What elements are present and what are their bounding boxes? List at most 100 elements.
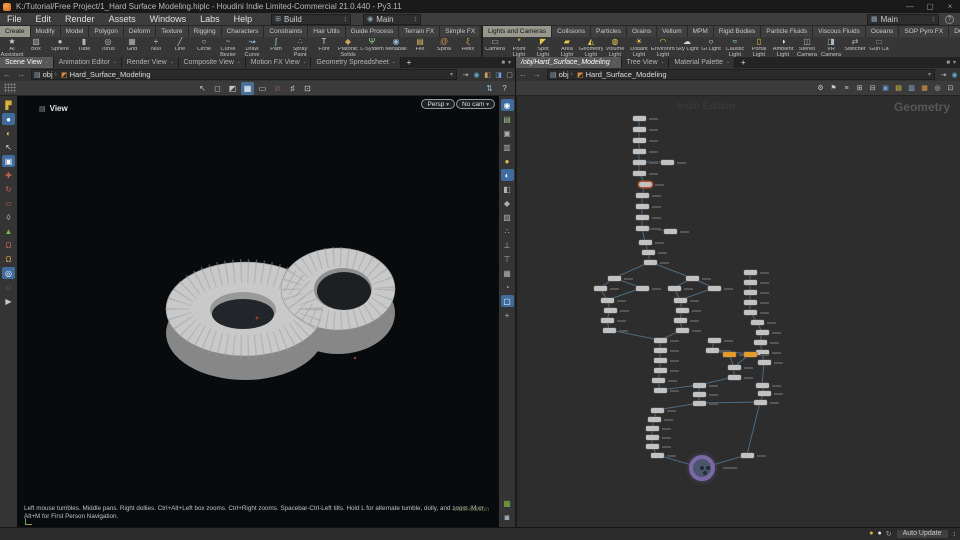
path-dropdown-icon[interactable]: ▾ (447, 71, 456, 78)
shelf-tool-camera[interactable]: ▭ Camera (483, 37, 507, 57)
forward-icon[interactable]: → (530, 70, 544, 79)
render-region-icon[interactable]: ⊡ (301, 82, 314, 95)
sync-icon[interactable]: ◉ (949, 69, 960, 80)
network-node[interactable] (728, 365, 753, 370)
network-node[interactable] (661, 160, 686, 165)
right-path-field[interactable]: ▤ obj ◩ Hard_Surface_Modeling ▾ (547, 69, 935, 80)
network-node[interactable] (639, 240, 664, 245)
chevron-down-icon[interactable]: ▾ (953, 59, 956, 66)
profile-icon[interactable]: ◔ (501, 281, 514, 293)
network-node[interactable] (652, 378, 677, 383)
inspect-ring-icon[interactable]: ◌ (2, 281, 15, 293)
shelf-tab-create[interactable]: Create (0, 26, 31, 37)
path-node[interactable]: Hard_Surface_Modeling (586, 70, 667, 79)
multi-snap-icon[interactable]: Ω (2, 253, 15, 265)
shelf-tab-particle-fluids[interactable]: Particle Fluids (761, 26, 814, 37)
network-node[interactable] (603, 328, 628, 333)
tab-options-icon[interactable]: ▪ (727, 60, 729, 66)
network-node[interactable] (723, 352, 748, 357)
pin-icon[interactable]: ⇥ (460, 69, 471, 80)
network-node[interactable] (676, 308, 701, 313)
shelf-tool-circle[interactable]: ○ Circle (192, 37, 216, 57)
maximize-icon[interactable]: ▢ (920, 0, 940, 13)
panel-yellow-icon[interactable]: ▤ (893, 83, 904, 94)
menu-file[interactable]: File (0, 14, 29, 24)
shelf-tool-gun-ca[interactable]: ▭ Gun Ca (867, 37, 891, 57)
network-node[interactable] (651, 408, 676, 413)
shelf-tab-simple-fx[interactable]: Simple FX (440, 26, 479, 37)
viewport-3d[interactable]: ▤ View Persp ▾ No cam ▾ Left mouse tumbl… (17, 96, 499, 527)
network-node[interactable] (758, 360, 783, 365)
shelf-tool-gi-light[interactable]: ○ GI Light (699, 37, 723, 57)
tab-options-icon[interactable]: ▪ (393, 60, 395, 66)
network-node[interactable] (636, 193, 661, 198)
maximize-pane-icon[interactable]: ▢ (504, 69, 515, 80)
network-output-node[interactable] (689, 455, 737, 481)
rotate-handle-icon[interactable]: ↻ (2, 183, 15, 195)
network-node[interactable] (668, 286, 693, 291)
point-normals-icon[interactable]: ⊥ (501, 239, 514, 251)
pane-tab-scene-view[interactable]: Scene View ▪ (0, 57, 54, 68)
shelf-tool-draw-curve[interactable]: ↝ Draw Curve (240, 37, 264, 57)
pane-tab-composite-view[interactable]: Composite View ▪ (178, 57, 246, 68)
shelf-tool-ambient-light[interactable]: ◑ Ambient Light (771, 37, 795, 57)
shelf-tab-rigid-bodies[interactable]: Rigid Bodies (713, 26, 762, 37)
shelf-tab-particles[interactable]: Particles (591, 26, 627, 37)
shelf-tab-oceans[interactable]: Oceans (865, 26, 900, 37)
tab-options-icon[interactable]: ▪ (238, 60, 240, 66)
network-node[interactable] (693, 383, 718, 388)
network-node[interactable] (646, 426, 671, 431)
lock-display-icon[interactable]: ▣ (501, 127, 514, 139)
menu-edit[interactable]: Edit (29, 14, 59, 24)
shelf-tab-guide-process[interactable]: Guide Process (345, 26, 400, 37)
shelf-tab-dop-pyro-fx[interactable]: DOP Pyro FX (949, 26, 960, 37)
shelf-tab-characters[interactable]: Characters (221, 26, 265, 37)
network-node[interactable] (744, 300, 769, 305)
snap-magnet-icon[interactable]: Ω (2, 239, 15, 251)
network-node[interactable] (754, 340, 779, 345)
shelf-tool-vr-camera[interactable]: ◨ VR Camera (819, 37, 843, 57)
shelf-tab-terrain-fx[interactable]: Terrain FX (399, 26, 441, 37)
pane-tab--obj-hard-surface-modeling[interactable]: /obj/Hard_Surface_Modeling ▪ (516, 57, 622, 68)
network-node[interactable] (646, 435, 671, 440)
textures-icon[interactable]: ▨ (501, 211, 514, 223)
list-icon[interactable]: ≡ (841, 83, 852, 94)
shelf-tab-texture[interactable]: Texture (156, 26, 189, 37)
back-icon[interactable]: ← (0, 70, 14, 79)
shelf-tool-portal-light[interactable]: ▯ Portal Light (747, 37, 771, 57)
shelf-tool-area-light[interactable]: ▰ Area Light (555, 37, 579, 57)
shelf-tab-modify[interactable]: Modify (30, 26, 61, 37)
toolbar-grip-icon[interactable] (4, 83, 16, 93)
pane-tab-tree-view[interactable]: Tree View ▪ (621, 57, 670, 68)
shelf-tab-mpm[interactable]: MPM (687, 26, 714, 37)
selection-lock-icon[interactable]: ▣ (2, 155, 15, 167)
wireframe-icon[interactable]: ▦ (501, 267, 514, 279)
desktop-selector[interactable]: ⊞ Build ↕ (271, 13, 352, 25)
ghost-objects-icon[interactable]: ▥ (501, 141, 514, 153)
hq-light-icon[interactable]: ◐ (2, 127, 15, 139)
shelf-tab-collisions[interactable]: Collisions (552, 26, 591, 37)
spinner-icon[interactable]: ↕ (340, 16, 348, 23)
shelf-tab-constraints[interactable]: Constraints (264, 26, 309, 37)
shelf-tab-viscous-fluids[interactable]: Viscous Fluids (813, 26, 866, 37)
network-node[interactable] (664, 229, 689, 234)
shelf-tab-sop-pyro-fx[interactable]: SOP Pyro FX (899, 26, 950, 37)
translate-handle-icon[interactable]: ✚ (2, 169, 15, 181)
axis-icon[interactable]: + (501, 309, 514, 321)
select-arrow-icon[interactable]: ↖ (2, 141, 15, 153)
shelf-tool-sphere[interactable]: ● Sphere (48, 37, 72, 57)
character-picker-icon[interactable]: ♯ (286, 82, 299, 95)
camera-view-icon[interactable]: ◙ (501, 511, 514, 523)
scene-selector[interactable]: ◉ Main ↕ (363, 13, 422, 25)
network-node[interactable] (674, 298, 699, 303)
magnifier-icon[interactable]: ◎ (932, 83, 943, 94)
help-icon[interactable]: ? (945, 14, 954, 24)
select-geometry-icon[interactable]: ◩ (226, 82, 239, 95)
wrench-icon[interactable]: ⚙ (815, 83, 826, 94)
shelf-tool-volume-light[interactable]: ◍ Volume Light (603, 37, 627, 57)
network-node[interactable] (756, 330, 781, 335)
network-node[interactable] (741, 453, 766, 458)
menu-render[interactable]: Render (58, 14, 102, 24)
path-obj[interactable]: obj (559, 70, 569, 79)
tab-options-icon[interactable]: ▪ (114, 60, 116, 66)
